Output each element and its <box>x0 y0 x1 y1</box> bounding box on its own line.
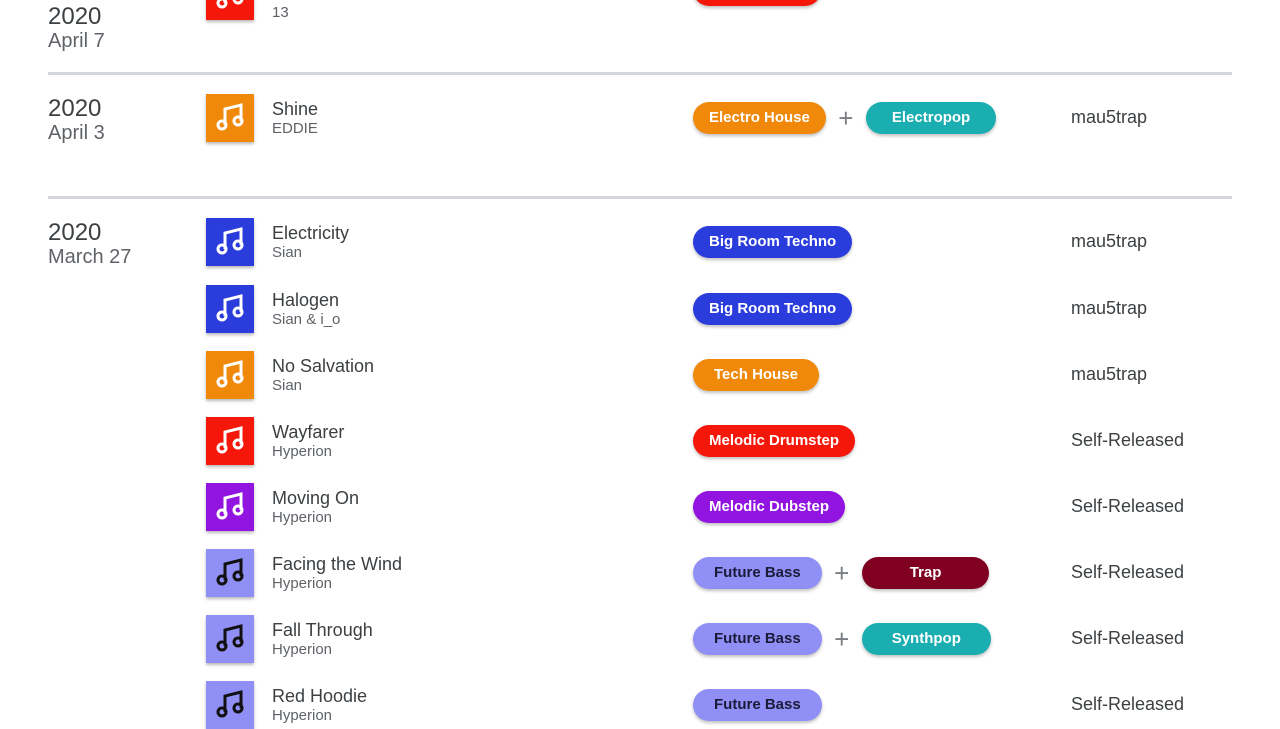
genre-pill-melodic-drumstep[interactable]: Melodic Drumstep <box>693 425 856 457</box>
genre-pill-big-room-techno[interactable]: Big Room Techno <box>693 226 853 258</box>
release-row[interactable]: Electricity Sian Big Room Techno mau5tra… <box>48 218 1232 266</box>
artist-name[interactable]: Sian & i_o <box>272 311 340 328</box>
release-row[interactable]: Moving On Hyperion Melodic Dubstep Self-… <box>48 483 1232 531</box>
record-label[interactable]: Self-Released <box>1071 430 1184 451</box>
track-title[interactable]: Facing the Wind <box>272 554 402 575</box>
record-label[interactable]: Self-Released <box>1071 694 1184 715</box>
release-row[interactable]: 13 <box>48 0 1232 21</box>
release-row[interactable]: Halogen Sian & i_o Big Room Techno mau5t… <box>48 285 1232 333</box>
record-label[interactable]: mau5trap <box>1071 298 1147 319</box>
genre-tags: Future Bass + Trap <box>693 557 990 589</box>
artist-name[interactable]: Sian <box>272 244 302 261</box>
record-label[interactable]: Self-Released <box>1071 628 1184 649</box>
plus-icon: + <box>838 103 854 133</box>
plus-icon: + <box>834 624 850 654</box>
album-art[interactable] <box>206 417 254 465</box>
genre-pill-synthpop[interactable]: Synthpop <box>861 623 991 655</box>
artist-name[interactable]: EDDIE <box>272 120 318 137</box>
album-art[interactable] <box>206 218 254 266</box>
track-title[interactable]: Red Hoodie <box>272 686 367 707</box>
genre-tags: Tech House <box>693 359 819 391</box>
genre-pill-future-bass[interactable]: Future Bass <box>693 623 822 655</box>
track-title[interactable]: Wayfarer <box>272 422 344 443</box>
artist-name[interactable]: Hyperion <box>272 509 332 526</box>
release-row[interactable]: Shine EDDIE Electro House + Electropop m… <box>48 94 1232 142</box>
genre-tags: Future Bass + Synthpop <box>693 623 991 655</box>
genre-pill-electropop[interactable]: Electropop <box>865 102 997 134</box>
album-art[interactable] <box>206 615 254 663</box>
music-note-icon <box>216 426 244 454</box>
record-label[interactable]: mau5trap <box>1071 107 1147 128</box>
plus-icon: + <box>834 558 850 588</box>
music-note-icon <box>216 558 244 586</box>
genre-tags: Melodic Drumstep <box>693 425 856 457</box>
album-art[interactable] <box>206 549 254 597</box>
music-note-icon <box>216 294 244 322</box>
album-art[interactable] <box>206 351 254 399</box>
group-divider <box>48 72 1232 75</box>
album-art[interactable] <box>206 0 254 20</box>
artist-name[interactable]: Sian <box>272 377 302 394</box>
genre-pill-future-bass[interactable]: Future Bass <box>693 557 822 589</box>
record-label[interactable]: mau5trap <box>1071 231 1147 252</box>
album-art[interactable] <box>206 483 254 531</box>
album-art[interactable] <box>206 285 254 333</box>
genre-pill-electro-house[interactable]: Electro House <box>693 102 826 134</box>
record-label[interactable]: Self-Released <box>1071 562 1184 583</box>
release-row[interactable]: Fall Through Hyperion Future Bass + Synt… <box>48 615 1232 663</box>
artist-name[interactable]: 13 <box>272 4 289 21</box>
music-note-icon <box>216 227 244 255</box>
genre-tags: Big Room Techno <box>693 293 853 325</box>
artist-name[interactable]: Hyperion <box>272 641 332 658</box>
genre-pill-trap[interactable]: Trap <box>861 557 990 589</box>
track-title[interactable]: No Salvation <box>272 356 374 377</box>
record-label[interactable]: mau5trap <box>1071 364 1147 385</box>
music-note-icon <box>216 0 244 9</box>
music-note-icon <box>216 624 244 652</box>
track-title[interactable]: Electricity <box>272 223 349 244</box>
genre-pill-tech-house[interactable]: Tech House <box>693 359 819 391</box>
release-row[interactable]: Red Hoodie Hyperion Future Bass Self-Rel… <box>48 681 1232 729</box>
track-title[interactable]: Halogen <box>272 290 339 311</box>
genre-tags <box>693 0 821 6</box>
genre-pill-future-bass[interactable]: Future Bass <box>693 689 822 721</box>
track-title[interactable]: Fall Through <box>272 620 373 641</box>
album-art[interactable] <box>206 681 254 729</box>
release-row[interactable]: Wayfarer Hyperion Melodic Drumstep Self-… <box>48 417 1232 465</box>
genre-pill-big-room-techno[interactable]: Big Room Techno <box>693 293 853 325</box>
artist-name[interactable]: Hyperion <box>272 443 332 460</box>
music-note-icon <box>216 103 244 131</box>
release-row[interactable]: Facing the Wind Hyperion Future Bass + T… <box>48 549 1232 597</box>
record-label[interactable]: Self-Released <box>1071 496 1184 517</box>
music-note-icon <box>216 360 244 388</box>
genre-tags: Big Room Techno <box>693 226 853 258</box>
release-row[interactable]: No Salvation Sian Tech House mau5trap <box>48 351 1232 399</box>
genre-pill[interactable] <box>693 0 821 6</box>
artist-name[interactable]: Hyperion <box>272 575 332 592</box>
release-day: April 7 <box>48 30 105 52</box>
genre-tags: Electro House + Electropop <box>693 102 997 134</box>
artist-name[interactable]: Hyperion <box>272 707 332 724</box>
track-title[interactable]: Shine <box>272 99 318 120</box>
music-note-icon <box>216 492 244 520</box>
group-divider <box>48 196 1232 199</box>
genre-tags: Melodic Dubstep <box>693 491 846 523</box>
genre-tags: Future Bass <box>693 689 822 721</box>
track-title[interactable]: Moving On <box>272 488 359 509</box>
album-art[interactable] <box>206 94 254 142</box>
genre-pill-melodic-dubstep[interactable]: Melodic Dubstep <box>693 491 846 523</box>
music-note-icon <box>216 690 244 718</box>
